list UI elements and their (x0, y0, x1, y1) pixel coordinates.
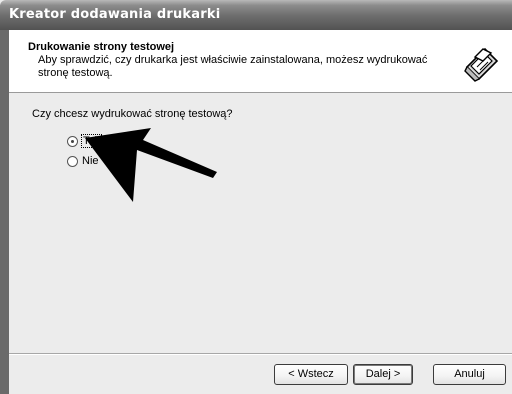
page-title: Drukowanie strony testowej (28, 41, 175, 53)
radio-button-nie[interactable] (67, 155, 78, 167)
annotation-arrow-icon (85, 128, 217, 202)
wizard-header: Drukowanie strony testowej Aby sprawdzić… (9, 30, 512, 93)
radio-selected-dot (71, 139, 74, 143)
footer-separator (9, 353, 512, 355)
back-button[interactable]: < Wstecz (274, 364, 348, 385)
title-bar[interactable]: Kreator dodawania drukarki (0, 0, 512, 30)
printer-icon (462, 44, 500, 82)
wizard-window: Kreator dodawania drukarki Drukowanie st… (0, 0, 512, 394)
page-subtitle: Aby sprawdzić, czy drukarka jest właściw… (38, 54, 428, 79)
cancel-button[interactable]: Anuluj (433, 364, 506, 385)
radio-button-tak[interactable] (67, 135, 78, 147)
next-button[interactable]: Dalej > (353, 364, 413, 385)
test-page-question: Czy chcesz wydrukować stronę testową? (32, 108, 233, 120)
window-frame-left (0, 30, 9, 394)
window-title: Kreator dodawania drukarki (9, 7, 221, 22)
